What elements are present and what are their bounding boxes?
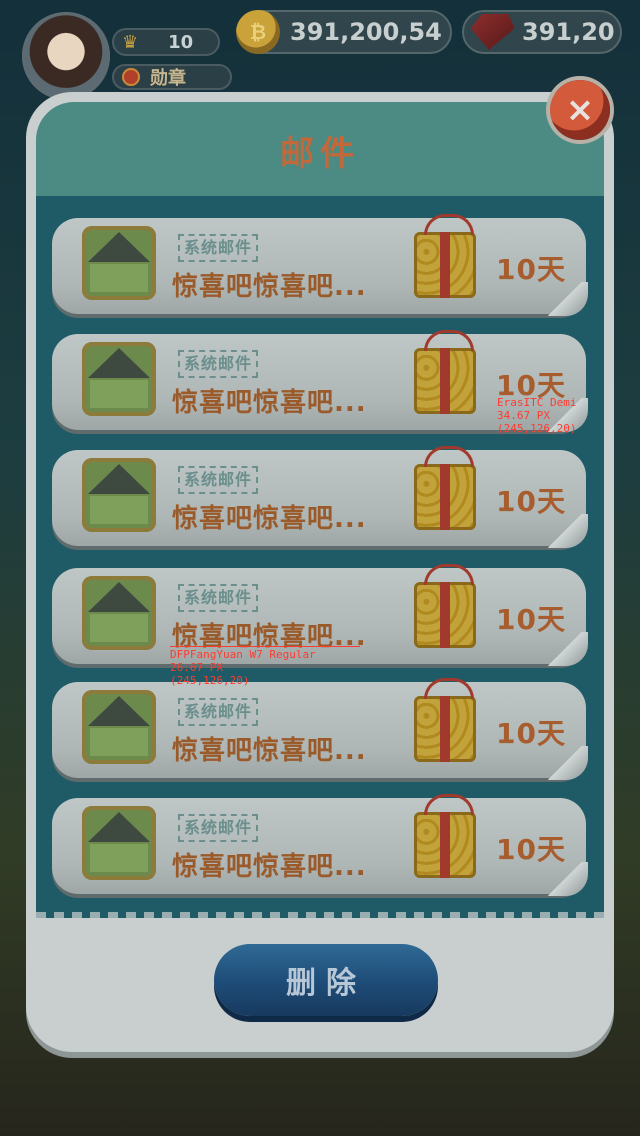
envelope-icon xyxy=(82,576,156,650)
coin-value: 391,200,54 xyxy=(290,18,442,46)
gift-icon xyxy=(414,330,476,414)
mail-subject: 惊喜吧惊喜吧... xyxy=(172,272,367,302)
gift-icon xyxy=(414,794,476,878)
modal-title: 邮件 xyxy=(280,134,360,174)
mail-subject: 惊喜吧惊喜吧... xyxy=(172,852,367,882)
envelope-icon xyxy=(82,690,156,764)
mail-item[interactable]: 系统邮件 惊喜吧惊喜吧... 10天 xyxy=(52,446,588,548)
close-icon: × xyxy=(565,90,595,130)
crown-icon: ♛ xyxy=(122,31,139,53)
medal-label: 勋章 xyxy=(150,68,186,89)
medal-icon xyxy=(122,68,140,86)
gem-icon xyxy=(467,14,517,50)
coin-icon: ₿ xyxy=(236,10,280,54)
gift-icon xyxy=(414,564,476,648)
delete-button[interactable]: 删除 xyxy=(214,944,438,1016)
medal-badge[interactable]: 勋章 xyxy=(112,64,232,90)
level-value: 10 xyxy=(168,31,194,53)
system-mail-tag: 系统邮件 xyxy=(178,698,259,726)
envelope-icon xyxy=(82,226,156,300)
gift-icon xyxy=(414,214,476,298)
gift-icon xyxy=(414,678,476,762)
gem-balance: 391,20 xyxy=(462,10,622,54)
coin-balance: ₿ 391,200,54 xyxy=(236,10,452,54)
gem-value: 391,20 xyxy=(522,18,615,46)
annotation-underline xyxy=(170,646,360,647)
system-mail-tag: 系统邮件 xyxy=(178,350,259,378)
mail-item[interactable]: 系统邮件 惊喜吧惊喜吧... 10天 xyxy=(52,678,588,780)
system-mail-tag: 系统邮件 xyxy=(178,584,259,612)
mail-subject: 惊喜吧惊喜吧... xyxy=(172,504,367,534)
system-mail-tag: 系统邮件 xyxy=(178,814,259,842)
mail-item[interactable]: 系统邮件 惊喜吧惊喜吧... 10天 xyxy=(52,214,588,316)
player-avatar[interactable] xyxy=(22,12,110,100)
mail-subject: 惊喜吧惊喜吧... xyxy=(172,736,367,766)
level-badge: ♛ 10 xyxy=(112,28,220,56)
envelope-icon xyxy=(82,458,156,532)
mail-item[interactable]: 系统邮件 惊喜吧惊喜吧... 10天 xyxy=(52,564,588,666)
system-mail-tag: 系统邮件 xyxy=(178,234,259,262)
font-annotation-days: ErasITC Demi 34.67 PX (245,126,20) xyxy=(497,396,577,435)
delete-label: 删除 xyxy=(286,966,366,1001)
envelope-icon xyxy=(82,342,156,416)
font-annotation-subject: DFPFangYuan W7 Regular 26.67 PX (245,126… xyxy=(170,648,316,687)
mail-subject: 惊喜吧惊喜吧... xyxy=(172,388,367,418)
system-mail-tag: 系统邮件 xyxy=(178,466,259,494)
envelope-icon xyxy=(82,806,156,880)
close-button[interactable]: × xyxy=(550,80,610,140)
gift-icon xyxy=(414,446,476,530)
mail-item[interactable]: 系统邮件 惊喜吧惊喜吧... 10天 xyxy=(52,794,588,896)
